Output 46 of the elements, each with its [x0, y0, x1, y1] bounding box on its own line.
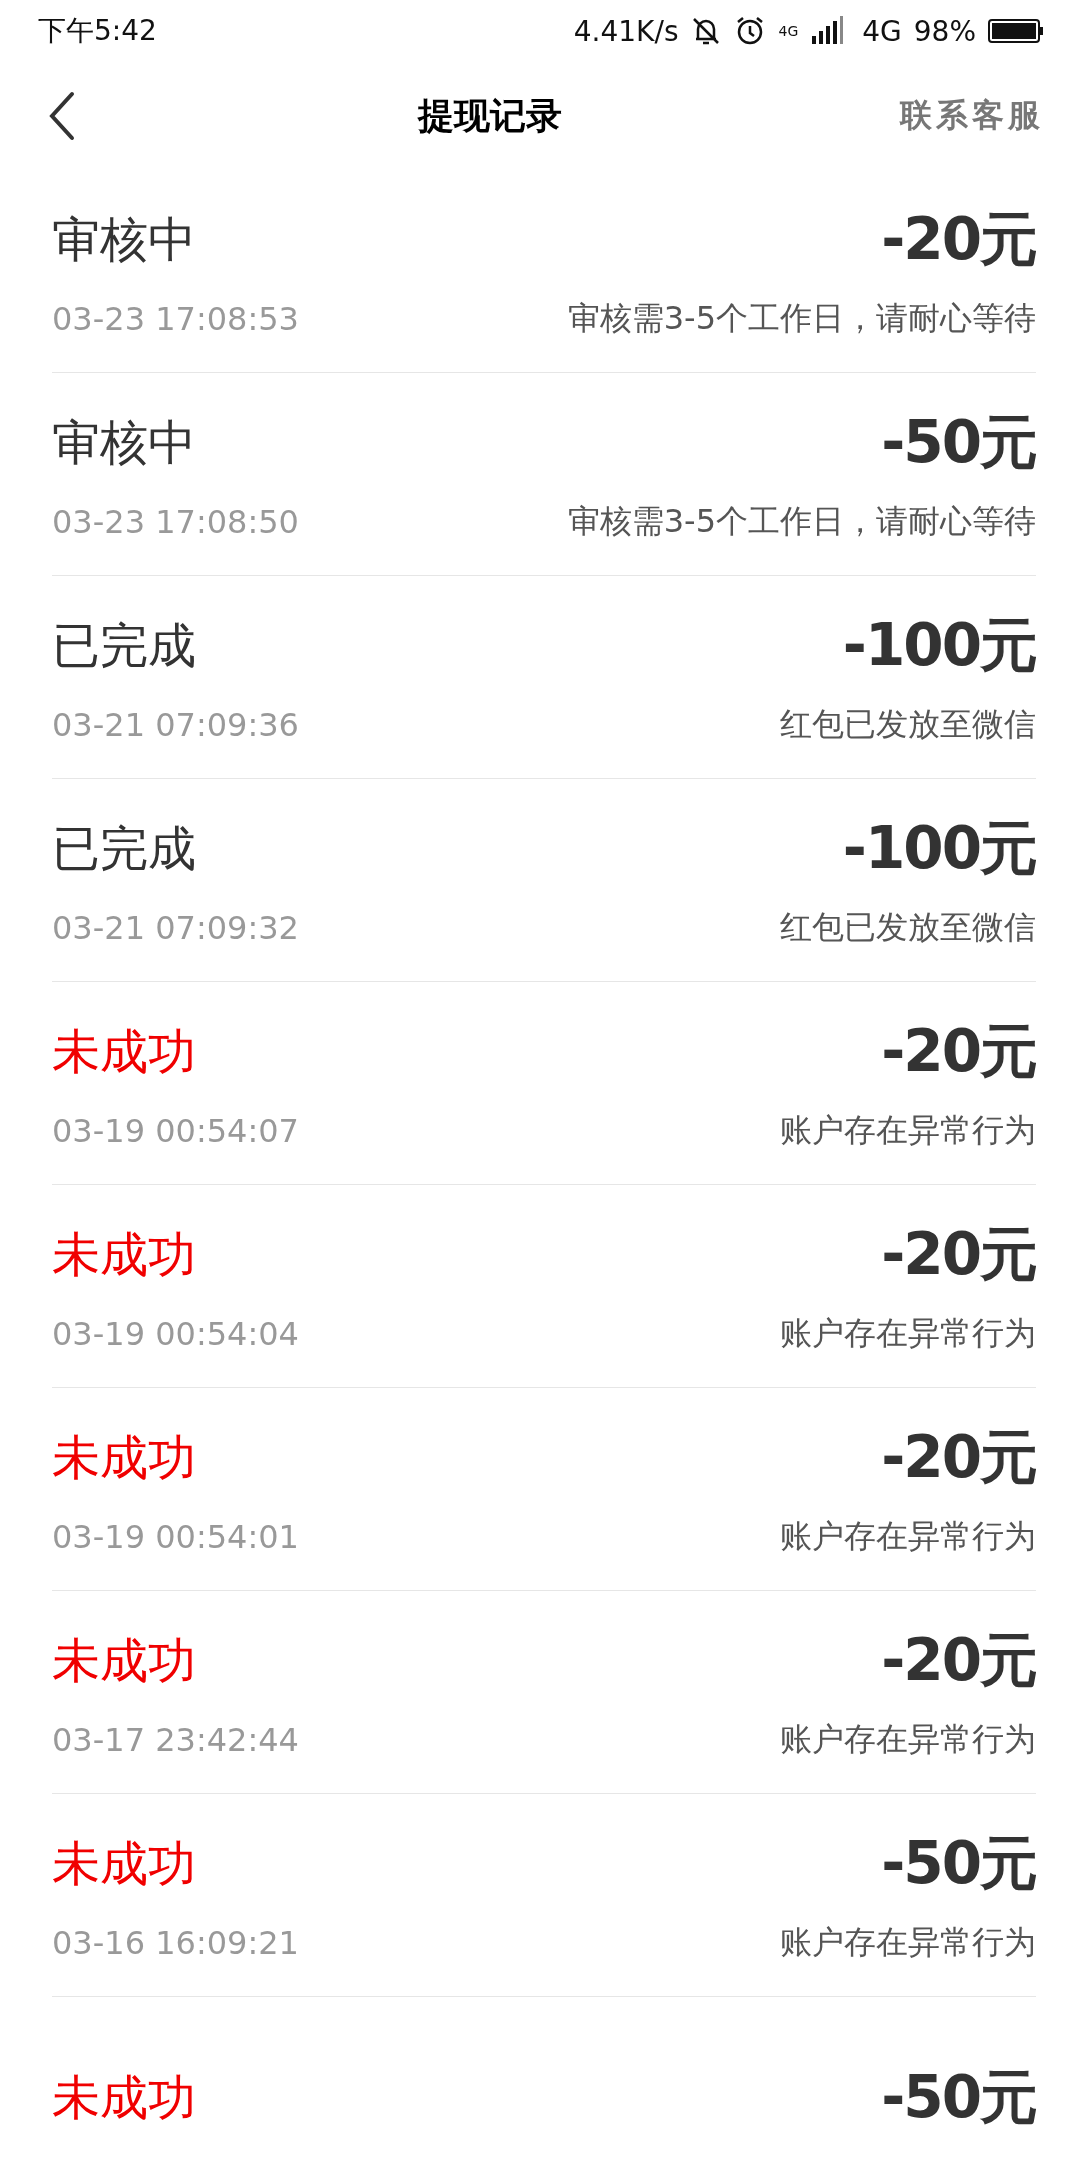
- record-note: 账户存在异常行为: [780, 1110, 1036, 1151]
- amount: -20元: [881, 1016, 1036, 1087]
- battery-icon: [988, 19, 1044, 43]
- status-label: 审核中: [52, 413, 196, 472]
- page-title: 提现记录: [418, 92, 562, 138]
- status-label: 未成功: [52, 1631, 196, 1690]
- status-label: 未成功: [52, 1428, 196, 1487]
- record-note: 审核需3-5个工作日，请耐心等待: [567, 298, 1036, 339]
- record-note: 红包已发放至微信: [780, 704, 1036, 745]
- record-time: 03-16 16:09:21: [52, 1924, 299, 1962]
- amount: -20元: [881, 204, 1036, 275]
- amount: -20元: [881, 1422, 1036, 1493]
- record-note: 账户存在异常行为: [780, 1313, 1036, 1354]
- amount: -100元: [842, 610, 1036, 681]
- status-label: 已完成: [52, 616, 196, 675]
- amount: -20元: [881, 1625, 1036, 1696]
- network-speed: 4.41K/s: [573, 14, 679, 48]
- record-time: 03-19 00:54:04: [52, 1315, 299, 1353]
- amount: -50元: [881, 2062, 1036, 2133]
- record-note: 审核需3-5个工作日，请耐心等待: [567, 501, 1036, 542]
- record-time: 03-21 07:09:32: [52, 909, 299, 947]
- amount: -100元: [842, 813, 1036, 884]
- record-time: 03-19 00:54:07: [52, 1112, 299, 1150]
- battery-percent: 98%: [913, 14, 976, 48]
- status-label: 未成功: [52, 1022, 196, 1081]
- amount: -20元: [881, 1219, 1036, 1290]
- clock-time: 下午5:42: [38, 13, 157, 49]
- record-time: 03-21 07:09:36: [52, 706, 299, 744]
- network-type: 4G: [862, 14, 902, 48]
- record-time: 03-23 17:08:50: [52, 503, 299, 541]
- network-type: 4G: [778, 24, 799, 38]
- status-label: 未成功: [52, 1834, 196, 1893]
- status-label: 已完成: [52, 819, 196, 878]
- record-note: 账户存在异常行为: [780, 1719, 1036, 1760]
- record-time: 03-19 00:54:01: [52, 1518, 299, 1556]
- contact-service-link[interactable]: 联系客服: [900, 94, 1044, 138]
- status-label: 未成功: [52, 2068, 196, 2127]
- status-label: 审核中: [52, 210, 196, 269]
- record-time: 03-23 17:08:53: [52, 300, 299, 338]
- record-note: 账户存在异常行为: [780, 1922, 1036, 1963]
- record-note: 红包已发放至微信: [780, 907, 1036, 948]
- record-note: 账户存在异常行为: [780, 1516, 1036, 1557]
- status-label: 未成功: [52, 1225, 196, 1284]
- amount: -50元: [881, 1828, 1036, 1899]
- amount: -50元: [881, 407, 1036, 478]
- record-time: 03-17 23:42:44: [52, 1721, 299, 1759]
